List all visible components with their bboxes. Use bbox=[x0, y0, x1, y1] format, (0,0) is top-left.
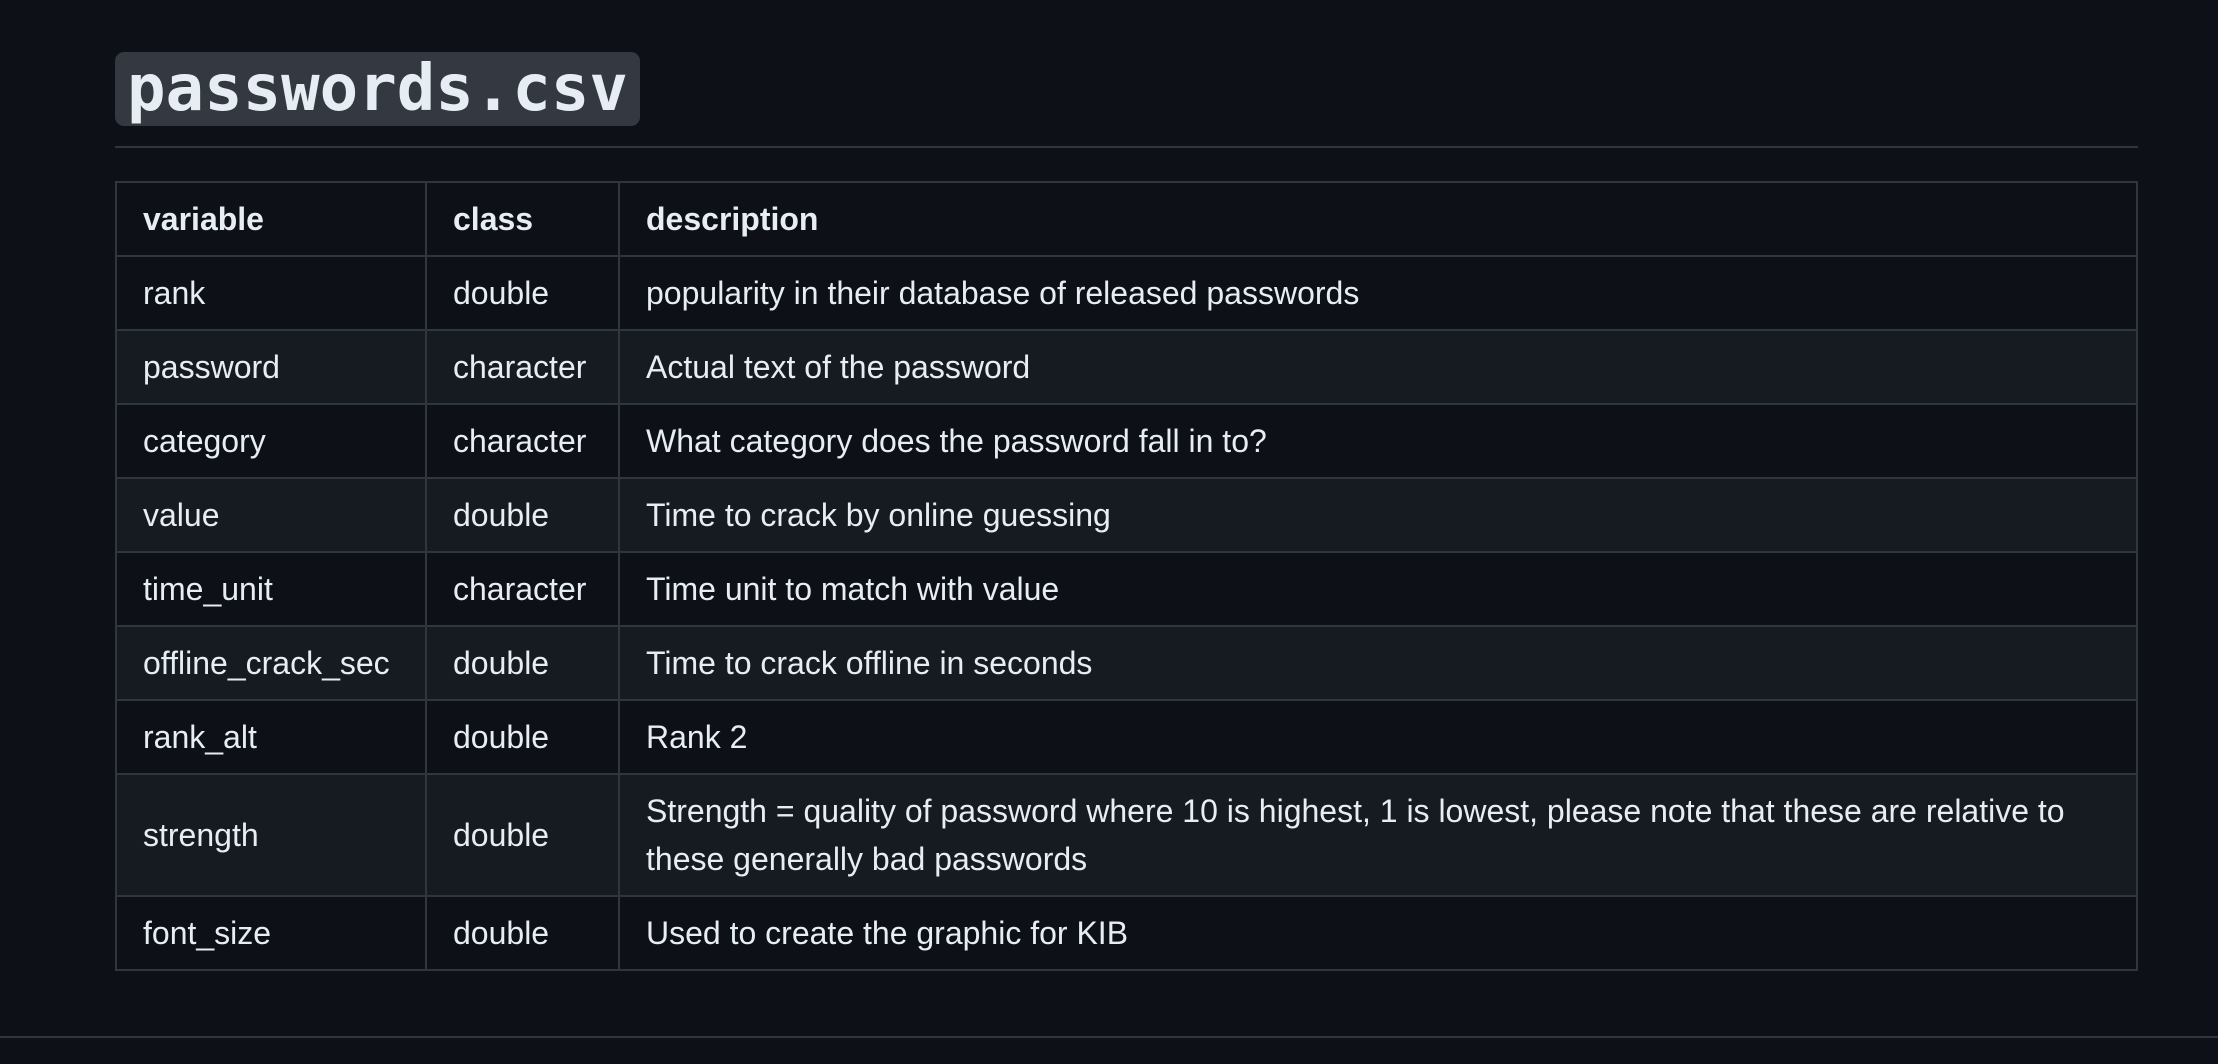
cell-variable: value bbox=[115, 477, 427, 553]
cell-variable: font_size bbox=[115, 895, 427, 971]
table-row: time_unit character Time unit to match w… bbox=[115, 551, 2138, 627]
cell-description: Rank 2 bbox=[618, 699, 2138, 775]
cell-variable: strength bbox=[115, 773, 427, 897]
column-header-description: description bbox=[618, 181, 2138, 257]
heading-code-title: passwords.csv bbox=[115, 52, 640, 126]
cell-variable: rank_alt bbox=[115, 699, 427, 775]
cell-description: popularity in their database of released… bbox=[618, 255, 2138, 331]
table-row: font_size double Used to create the grap… bbox=[115, 895, 2138, 971]
cell-class: double bbox=[425, 477, 620, 553]
cell-variable: password bbox=[115, 329, 427, 405]
cell-class: double bbox=[425, 255, 620, 331]
section-heading: passwords.csv bbox=[115, 52, 2138, 148]
cell-variable: category bbox=[115, 403, 427, 479]
table-row: rank double popularity in their database… bbox=[115, 255, 2138, 331]
table-row: password character Actual text of the pa… bbox=[115, 329, 2138, 405]
cell-class: character bbox=[425, 551, 620, 627]
table-body: rank double popularity in their database… bbox=[115, 255, 2138, 971]
cell-class: character bbox=[425, 329, 620, 405]
cell-description: Time unit to match with value bbox=[618, 551, 2138, 627]
column-header-class: class bbox=[425, 181, 620, 257]
cell-class: double bbox=[425, 773, 620, 897]
data-dictionary-table: variable class description rank double p… bbox=[115, 181, 2138, 971]
cell-description: Time to crack offline in seconds bbox=[618, 625, 2138, 701]
cell-description: Time to crack by online guessing bbox=[618, 477, 2138, 553]
section-divider bbox=[0, 1036, 2218, 1038]
cell-class: double bbox=[425, 895, 620, 971]
cell-variable: time_unit bbox=[115, 551, 427, 627]
cell-class: double bbox=[425, 625, 620, 701]
cell-description: Strength = quality of password where 10 … bbox=[618, 773, 2138, 897]
table-row: category character What category does th… bbox=[115, 403, 2138, 479]
cell-description: What category does the password fall in … bbox=[618, 403, 2138, 479]
cell-class: character bbox=[425, 403, 620, 479]
table-row: strength double Strength = quality of pa… bbox=[115, 773, 2138, 897]
table-row: value double Time to crack by online gue… bbox=[115, 477, 2138, 553]
cell-variable: offline_crack_sec bbox=[115, 625, 427, 701]
table-header: variable class description bbox=[115, 181, 2138, 257]
cell-class: double bbox=[425, 699, 620, 775]
table-row: offline_crack_sec double Time to crack o… bbox=[115, 625, 2138, 701]
markdown-body: passwords.csv variable class description… bbox=[115, 52, 2138, 971]
cell-description: Used to create the graphic for KIB bbox=[618, 895, 2138, 971]
column-header-variable: variable bbox=[115, 181, 427, 257]
cell-description: Actual text of the password bbox=[618, 329, 2138, 405]
table-header-row: variable class description bbox=[115, 181, 2138, 257]
cell-variable: rank bbox=[115, 255, 427, 331]
table-row: rank_alt double Rank 2 bbox=[115, 699, 2138, 775]
